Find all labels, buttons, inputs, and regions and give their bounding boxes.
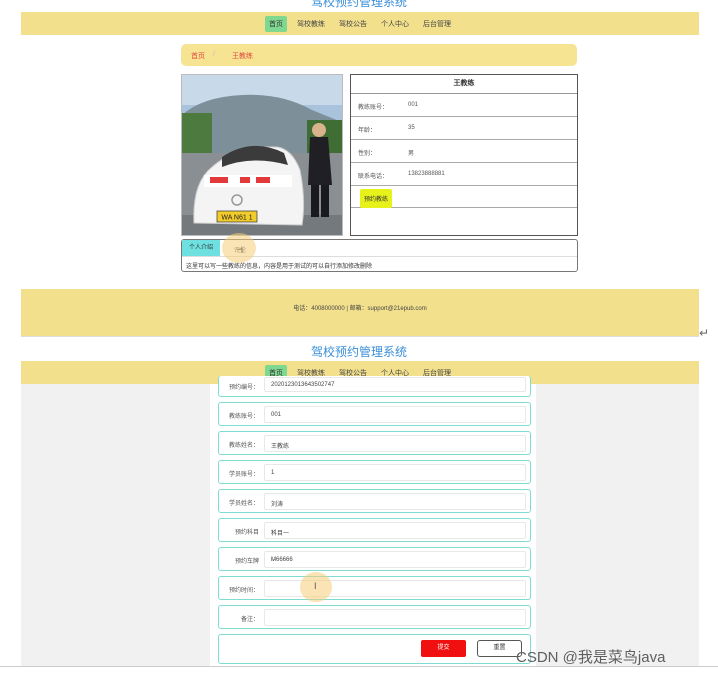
student-account-input[interactable]: 1 (264, 464, 526, 481)
coach-account-label: 教练账号： (358, 105, 389, 111)
student-account-field-row: 学员账号： 1 (218, 460, 531, 484)
coach-gender-label: 性别： (358, 151, 377, 157)
remark-field-label: 备注： (240, 617, 259, 623)
return-arrow-icon: ↵ (699, 326, 710, 340)
coach-photo: WA N61 1 (181, 74, 343, 236)
divider (21, 336, 699, 337)
coach-name-field-label: 教练姓名： (228, 443, 259, 449)
hand-cursor-icon: ☝ (238, 245, 244, 255)
coach-account-row: 教练账号： 001 (351, 94, 577, 117)
coach-age-label: 年龄： (358, 128, 377, 134)
intro-text: 这里可以写一些教练的信息，内容是用于测试的可以自行添加修改删除 (186, 264, 373, 270)
footer-contact: 电话：4008000000 | 邮箱：support@21epub.com (293, 306, 427, 312)
breadcrumb: 首页 / 王教练 (181, 44, 577, 66)
student-name-field-label: 学员姓名： (228, 501, 259, 507)
booking-number-row: 预约编号： 2020123013643502747 (218, 376, 531, 397)
nav-home[interactable]: 首页 (265, 15, 287, 32)
coach-gender-value: 男 (408, 151, 415, 157)
text-cursor-icon: I (314, 581, 317, 591)
coach-gender-row: 性别： 男 (351, 140, 577, 163)
coach-phone-label: 联系电话： (358, 174, 389, 180)
coach-phone-row: 联系电话： 13823888881 (351, 163, 577, 186)
student-account-field-label: 学员账号： (228, 472, 259, 478)
coach-account-field-label: 教练账号： (228, 414, 259, 420)
site-title-top: 驾校预约管理系统 (310, 0, 407, 9)
remark-input[interactable] (264, 609, 526, 626)
coach-account-input[interactable]: 001 (264, 406, 526, 423)
coach-name-input[interactable]: 王教练 (264, 435, 526, 452)
subject-field-label: 预约科目 (234, 530, 259, 536)
breadcrumb-home[interactable]: 首页 (191, 51, 205, 61)
time-field-label: 预约时间： (228, 588, 259, 594)
footer: 电话：4008000000 | 邮箱：support@21epub.com (21, 289, 699, 337)
coach-name-field-row: 教练姓名： 王教练 (218, 431, 531, 455)
plate-select[interactable]: M66666 ⌵ (264, 551, 526, 568)
coach-age-value: 35 (408, 125, 415, 131)
student-name-field-row: 学员姓名： 刘涛 (218, 489, 531, 513)
site-title-bottom: 驾校预约管理系统 (310, 345, 407, 359)
chevron-down-icon: ⌵ (271, 528, 276, 534)
nav-personal-center[interactable]: 个人中心 (377, 16, 413, 32)
nav-coaches[interactable]: 驾校教练 (293, 16, 329, 32)
coach-phone-value: 13823888881 (408, 171, 445, 177)
plate-field-row: 预约车牌 M66666 ⌵ (218, 547, 531, 571)
booking-number-field[interactable]: 2020123013643502747 (264, 377, 526, 392)
subject-select[interactable]: 科目一 ⌵ (264, 522, 526, 539)
booking-number-label: 预约编号： (228, 385, 259, 391)
top-navbar: 首页 驾校教练 驾校公告 个人中心 后台管理 (21, 12, 699, 35)
subject-field-row: 预约科目 科目一 ⌵ (218, 518, 531, 542)
nav-admin[interactable]: 后台管理 (419, 16, 455, 32)
coach-book-row: 预约教练 (351, 186, 577, 208)
time-field-row: 预约时间： (218, 576, 531, 600)
coach-account-field-row: 教练账号： 001 (218, 402, 531, 426)
remark-field-row: 备注： (218, 605, 531, 629)
bottom-edge (0, 666, 718, 678)
coach-info-card: 王教练 教练账号： 001 年龄： 35 性别： 男 联系电话： 1382388… (350, 74, 578, 236)
nav-announcements[interactable]: 驾校公告 (335, 16, 371, 32)
license-plate-text: WA N61 1 (221, 215, 252, 222)
coach-age-row: 年龄： 35 (351, 117, 577, 140)
watermark: CSDN @我是菜鸟java (516, 649, 666, 666)
coach-name: 王教练 (351, 75, 577, 94)
plate-field-label: 预约车牌 (234, 559, 259, 565)
tab-intro[interactable]: 个人介绍 (182, 240, 220, 256)
submit-button[interactable]: 提交 (421, 640, 466, 657)
student-name-input[interactable]: 刘涛 (264, 493, 526, 510)
book-coach-button[interactable]: 预约教练 (360, 189, 393, 208)
chevron-down-icon: ⌵ (271, 557, 276, 563)
breadcrumb-separator: / (213, 51, 215, 58)
breadcrumb-current: 王教练 (232, 53, 253, 60)
coach-account-value: 001 (408, 102, 419, 108)
